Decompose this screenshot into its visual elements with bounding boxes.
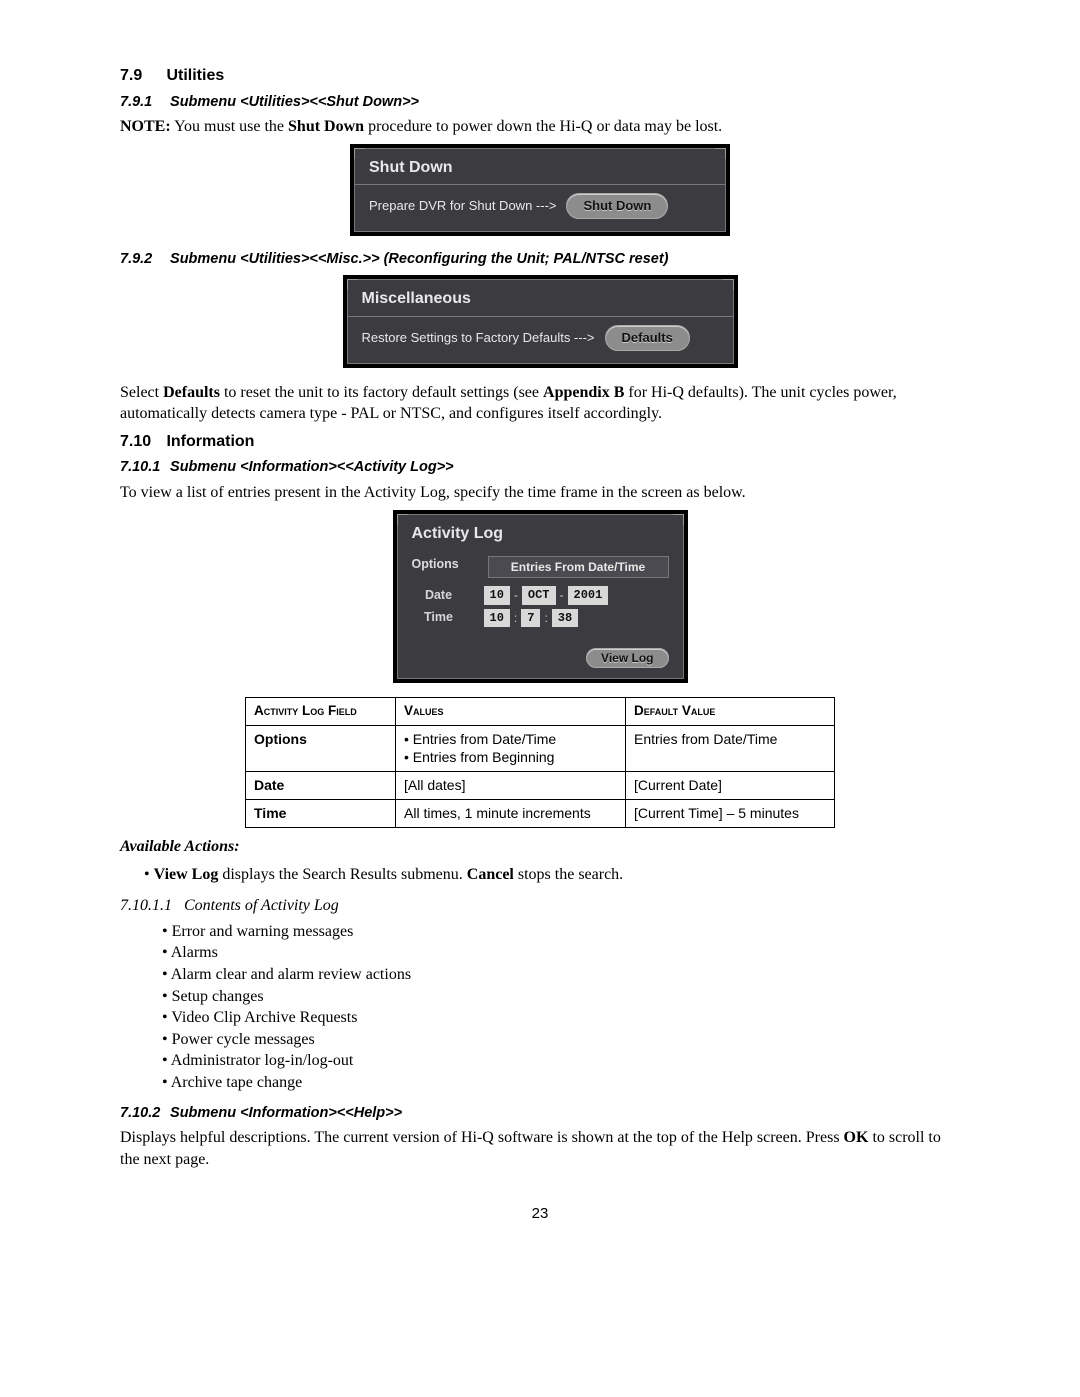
activity-log-intro: To view a list of entries present in the… — [120, 482, 960, 504]
table-header-default: Default Value — [626, 698, 835, 725]
list-item: Administrator log-in/log-out — [178, 1050, 960, 1072]
panel-title: Activity Log — [398, 515, 683, 551]
heading-text: Information — [166, 433, 254, 450]
subheading-misc: 7.9.2 Submenu <Utilities><<Misc.>> (Reco… — [120, 250, 960, 270]
page-number: 23 — [120, 1204, 960, 1224]
subsubheading-contents: 7.10.1.1 Contents of Activity Log — [120, 895, 960, 917]
panel-title: Miscellaneous — [348, 280, 733, 316]
list-item: Error and warning messages — [178, 921, 960, 943]
table-header-field: Activity Log Field — [246, 698, 396, 725]
help-paragraph: Displays helpful descriptions. The curre… — [120, 1127, 960, 1170]
list-item: Archive tape change — [178, 1072, 960, 1094]
activity-log-panel: Activity Log Options Entries From Date/T… — [393, 510, 688, 684]
defaults-button[interactable]: Defaults — [605, 325, 690, 351]
subheading-text: Submenu <Information><<Help>> — [170, 1105, 402, 1121]
list-item: Power cycle messages — [178, 1029, 960, 1051]
subheading-number: 7.10.1 — [120, 458, 166, 478]
panel-title: Shut Down — [355, 149, 725, 185]
field-default: Entries from Date/Time — [626, 725, 835, 772]
subheading-number: 7.9.2 — [120, 250, 166, 270]
table-header-values: Values — [396, 698, 626, 725]
subheading-help: 7.10.2 Submenu <Information><<Help>> — [120, 1104, 960, 1124]
list-item: View Log displays the Search Results sub… — [160, 864, 960, 886]
subheading-number: 7.10.1.1 — [120, 897, 172, 914]
date-month[interactable]: OCT — [522, 586, 556, 604]
heading-number: 7.10 — [120, 431, 162, 453]
field-default: [Current Time] – 5 minutes — [626, 800, 835, 828]
field-name: Time — [246, 800, 396, 828]
available-actions-list: View Log displays the Search Results sub… — [120, 864, 960, 886]
misc-panel: Miscellaneous Restore Settings to Factor… — [343, 275, 738, 367]
list-item: Video Clip Archive Requests — [178, 1007, 960, 1029]
field-name: Options — [246, 725, 396, 772]
view-log-button[interactable]: View Log — [586, 648, 668, 668]
subheading-text: Submenu <Utilities><<Shut Down>> — [170, 94, 419, 110]
time-minute[interactable]: 7 — [521, 609, 540, 627]
panel-text: Prepare DVR for Shut Down ---> — [369, 197, 556, 215]
list-item: Alarm clear and alarm review actions — [178, 964, 960, 986]
heading-number: 7.9 — [120, 65, 162, 87]
subheading-text: Submenu <Utilities><<Misc.>> (Reconfigur… — [170, 251, 668, 267]
list-item: Entries from Date/Time — [404, 730, 617, 749]
field-values: [All dates] — [396, 772, 626, 800]
subheading-number: 7.9.1 — [120, 93, 166, 113]
note-paragraph: NOTE: You must use the Shut Down procedu… — [120, 116, 960, 138]
activity-log-fields-table: Activity Log Field Values Default Value … — [245, 697, 835, 828]
subheading-activity-log: 7.10.1 Submenu <Information><<Activity L… — [120, 458, 960, 478]
date-label: Date — [412, 587, 466, 604]
note-label: NOTE: — [120, 118, 171, 135]
subheading-number: 7.10.2 — [120, 1104, 166, 1124]
field-default: [Current Date] — [626, 772, 835, 800]
date-year[interactable]: 2001 — [568, 586, 609, 604]
field-values: All times, 1 minute increments — [396, 800, 626, 828]
time-hour[interactable]: 10 — [484, 609, 510, 627]
subheading-text: Submenu <Information><<Activity Log>> — [170, 459, 454, 475]
panel-text: Restore Settings to Factory Defaults ---… — [362, 329, 595, 347]
available-actions-title: Available Actions: — [120, 836, 960, 858]
list-item: Entries from Beginning — [404, 748, 617, 767]
time-second[interactable]: 38 — [552, 609, 578, 627]
options-label: Options — [412, 556, 466, 578]
subheading-text: Contents of Activity Log — [184, 897, 339, 914]
shutdown-button[interactable]: Shut Down — [566, 193, 668, 219]
heading-text: Utilities — [166, 67, 224, 84]
time-label: Time — [412, 609, 466, 626]
shutdown-panel: Shut Down Prepare DVR for Shut Down --->… — [350, 144, 730, 236]
list-item: Setup changes — [178, 986, 960, 1008]
subheading-shutdown: 7.9.1 Submenu <Utilities><<Shut Down>> — [120, 93, 960, 113]
options-selected[interactable]: Entries From Date/Time — [488, 556, 669, 578]
list-item: Alarms — [178, 942, 960, 964]
note-bold: Shut Down — [288, 118, 364, 135]
field-name: Date — [246, 772, 396, 800]
table-row: OptionsEntries from Date/TimeEntries fro… — [246, 725, 835, 772]
field-values: Entries from Date/TimeEntries from Begin… — [396, 725, 626, 772]
heading-utilities: 7.9 Utilities — [120, 65, 960, 87]
table-row: Date[All dates][Current Date] — [246, 772, 835, 800]
date-day[interactable]: 10 — [484, 586, 510, 604]
heading-information: 7.10 Information — [120, 431, 960, 453]
misc-paragraph: Select Defaults to reset the unit to its… — [120, 382, 960, 425]
table-row: TimeAll times, 1 minute increments[Curre… — [246, 800, 835, 828]
contents-list: Error and warning messagesAlarmsAlarm cl… — [120, 921, 960, 1094]
